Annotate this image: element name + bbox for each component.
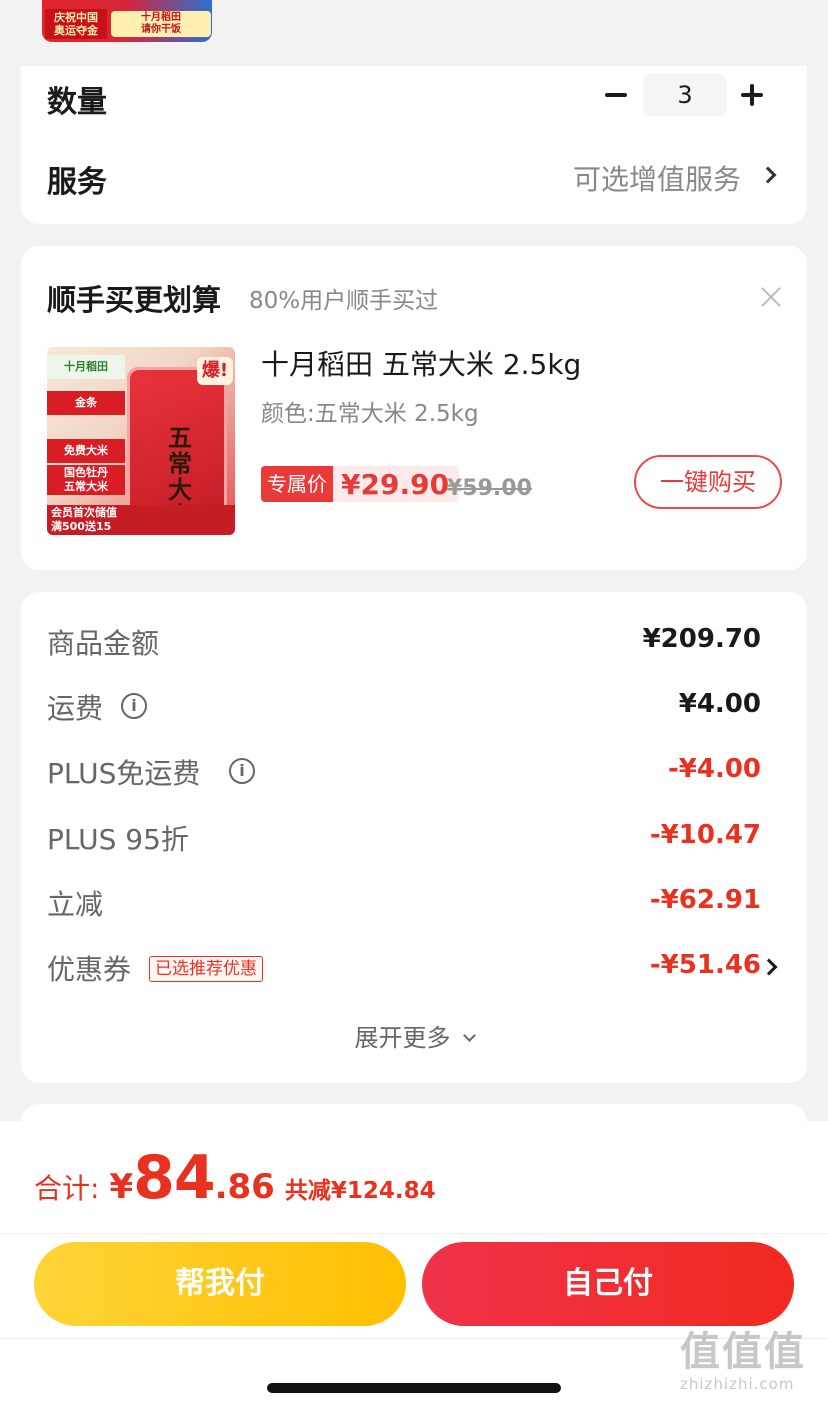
chevron-down-icon	[462, 1029, 476, 1042]
product-image-burst: 爆!	[197, 357, 233, 385]
price-row-label: PLUS免运费	[47, 757, 201, 790]
total-amount: 合计: ¥ 84 .86 共减¥124.84	[34, 1143, 436, 1213]
coupon-row[interactable]: 优惠券 已选推荐优惠 -¥51.46	[47, 946, 781, 990]
total-decimal: .86	[214, 1167, 275, 1207]
bundle-title: 顺手买更划算	[47, 283, 222, 317]
watermark-url: zhizhizhi.com	[680, 1375, 795, 1393]
bundle-subtitle: 80%用户顺手买过	[249, 288, 439, 314]
service-selector[interactable]: 可选增值服务	[573, 158, 741, 198]
coupon-badge: 已选推荐优惠	[149, 956, 263, 982]
pay-myself-button[interactable]: 自己付	[422, 1242, 794, 1326]
product-image-tag: 免费大米	[47, 439, 125, 463]
price-breakdown-card: 商品金额 ¥209.70 运费 i ¥4.00 PLUS免运费 i -¥4.00…	[21, 592, 807, 1083]
close-icon[interactable]	[760, 286, 782, 308]
info-icon[interactable]: i	[121, 693, 147, 719]
price-row-label: 运费	[47, 692, 104, 725]
product-name[interactable]: 十月稻田 五常大米 2.5kg	[261, 343, 581, 383]
total-currency: ¥	[109, 1167, 134, 1207]
quantity-increase-button[interactable]	[735, 78, 769, 112]
help-me-pay-button[interactable]: 帮我付	[34, 1242, 406, 1326]
info-icon[interactable]: i	[229, 758, 255, 784]
service-label: 服务	[47, 165, 107, 200]
price-row-value: -¥62.91	[649, 885, 761, 915]
price-row-value: -¥51.46	[649, 950, 761, 980]
home-indicator[interactable]	[267, 1383, 561, 1393]
quantity-label: 数量	[47, 85, 107, 120]
product-image-tag: 国色牡丹 五常大米	[47, 465, 125, 495]
total-saved: 共减¥124.84	[284, 1178, 436, 1204]
exclusive-price: 专属价 ¥29.90	[261, 466, 460, 502]
total-integer: 84	[133, 1143, 215, 1213]
price-row-value: -¥10.47	[649, 820, 761, 850]
top-strip: 庆祝中国 奥运夺金 十月稻田 请你干饭	[0, 0, 828, 66]
watermark-logo: 值值值	[680, 1329, 806, 1375]
total-label: 合计:	[34, 1172, 100, 1205]
divider	[0, 1233, 828, 1234]
banner-left-text: 庆祝中国 奥运夺金	[45, 9, 107, 39]
banner-right-text: 十月稻田 请你干饭	[111, 11, 211, 37]
expand-more-button[interactable]: 展开更多	[21, 1018, 807, 1053]
product-image[interactable]: 十月稻田 金条 免费大米 国色牡丹 五常大米 五常大米 爆! 会员首次储值 满5…	[47, 347, 235, 535]
price-row: 商品金额 ¥209.70	[47, 620, 781, 664]
price-row-label: 商品金额	[47, 627, 160, 660]
quantity-service-card: 数量 3 服务 可选增值服务	[21, 66, 807, 224]
bundle-card: 顺手买更划算 80%用户顺手买过 十月稻田 金条 免费大米 国色牡丹 五常大米 …	[21, 246, 807, 570]
product-image-strip: 会员首次储值 满500送15	[47, 505, 235, 535]
price-row: PLUS免运费 i -¥4.00	[47, 750, 781, 794]
watermark: 值值值 zhizhizhi.com	[680, 1330, 820, 1406]
promo-banner-thumbnail[interactable]: 庆祝中国 奥运夺金 十月稻田 请你干饭	[42, 0, 212, 42]
quantity-decrease-button[interactable]	[599, 80, 633, 110]
price-row: 立减 -¥62.91	[47, 881, 781, 925]
product-price: ¥29.90	[341, 467, 450, 501]
product-spec: 颜色:五常大米 2.5kg	[261, 401, 479, 427]
price-row: 运费 i ¥4.00	[47, 685, 781, 729]
one-click-buy-button[interactable]: 一键购买	[634, 455, 782, 509]
price-row-label: 优惠券	[47, 953, 132, 986]
quantity-input[interactable]: 3	[643, 74, 727, 116]
price-tag-badge: 专属价	[261, 466, 333, 502]
expand-more-label: 展开更多	[354, 1024, 451, 1052]
price-row: PLUS 95折 -¥10.47	[47, 816, 781, 860]
price-row-label: 立减	[47, 888, 104, 921]
price-row-value: -¥4.00	[667, 754, 761, 784]
chevron-right-icon[interactable]	[759, 166, 777, 184]
price-row-value: ¥4.00	[678, 689, 761, 719]
price-row-label: PLUS 95折	[47, 823, 189, 856]
product-image-tag: 金条	[47, 391, 125, 415]
product-image-brand: 十月稻田	[47, 355, 125, 379]
original-price: ¥59.00	[447, 476, 532, 501]
checkout-page: 庆祝中国 奥运夺金 十月稻田 请你干饭 数量 3 服务 可选增值服务 顺手买更划…	[0, 0, 828, 1411]
price-row-value: ¥209.70	[642, 624, 761, 654]
